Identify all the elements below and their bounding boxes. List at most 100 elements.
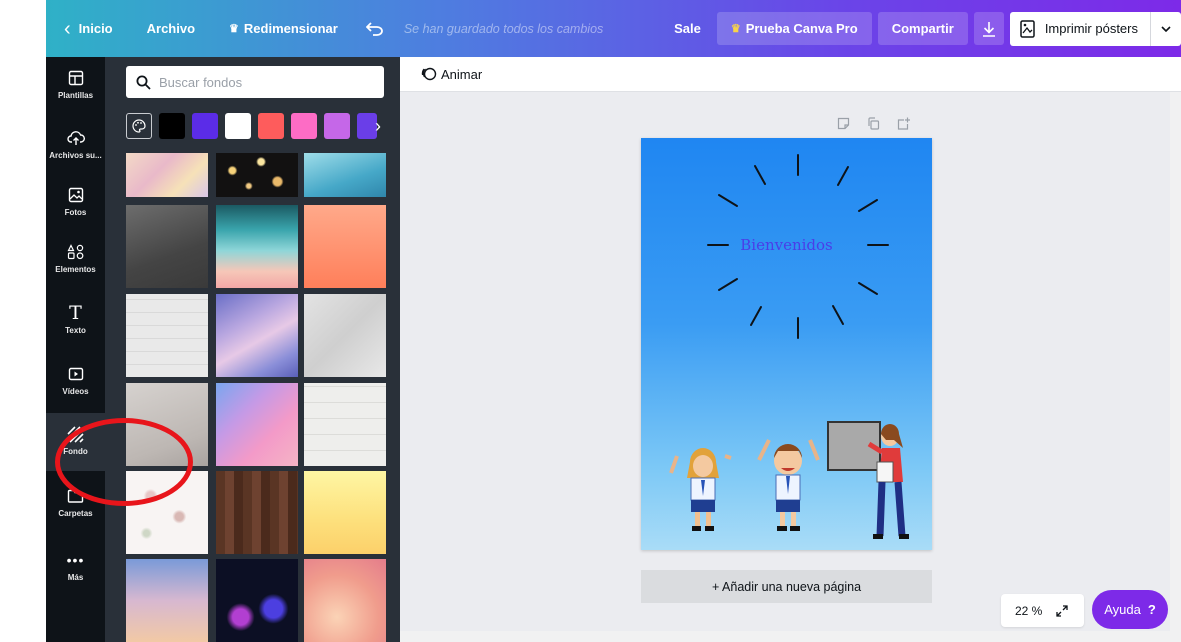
color-swatch[interactable] [291, 113, 317, 139]
palette-icon [132, 119, 146, 133]
poster-icon [1020, 19, 1035, 38]
sidebar-item-background[interactable]: Fondo [46, 413, 105, 471]
background-thumbnail[interactable] [216, 559, 298, 642]
fullscreen-button[interactable] [1056, 604, 1069, 617]
top-bar-actions: Sale ♛ Prueba Canva Pro Compartir Imprim… [674, 0, 1181, 57]
background-thumbnail[interactable] [304, 153, 386, 197]
sidebar-item-videos[interactable]: Vídeos [46, 353, 105, 411]
color-swatch[interactable] [258, 113, 284, 139]
background-thumbnail[interactable] [126, 559, 208, 642]
animate-button[interactable]: Animar [421, 66, 482, 82]
backgrounds-panel: › [105, 57, 400, 642]
chevron-down-icon [1161, 25, 1171, 32]
sidebar-item-uploads[interactable]: Archivos su... [46, 117, 105, 175]
welcome-text[interactable]: Bienvenidos [641, 236, 932, 254]
zoom-control[interactable]: 22 % [1001, 594, 1084, 627]
background-thumbnail[interactable] [304, 559, 386, 642]
color-picker-button[interactable] [126, 113, 152, 139]
print-posters-button[interactable]: Imprimir pósters [1009, 11, 1181, 46]
home-label: Inicio [78, 21, 113, 36]
share-button[interactable]: Compartir [877, 12, 968, 45]
home-button[interactable]: ‹ Inicio [64, 19, 113, 39]
sidebar-item-text[interactable]: T Texto [46, 292, 105, 350]
copy-icon [868, 117, 880, 130]
search-icon [136, 75, 151, 90]
crown-icon: ♛ [229, 23, 239, 35]
resize-button[interactable]: ♛ Redimensionar [229, 21, 338, 36]
note-icon [837, 117, 850, 130]
print-options-dropdown[interactable] [1151, 12, 1181, 46]
undo-button[interactable] [365, 21, 384, 36]
download-button[interactable] [973, 12, 1004, 45]
text-icon: T [69, 301, 82, 324]
canva-pro-trial-button[interactable]: ♛ Prueba Canva Pro [716, 12, 872, 45]
background-thumbnail[interactable] [304, 471, 386, 554]
sidebar-item-label: Archivos su... [49, 151, 102, 160]
resize-label: Redimensionar [243, 21, 338, 36]
background-thumbnail[interactable] [304, 205, 386, 288]
background-thumbnail[interactable] [126, 294, 208, 377]
print-posters-main[interactable]: Imprimir pósters [1010, 11, 1151, 46]
background-thumbnail[interactable] [304, 383, 386, 466]
background-thumbnail[interactable] [126, 471, 208, 554]
page-actions [837, 117, 928, 130]
sidebar-item-photos[interactable]: Fotos [46, 174, 105, 232]
color-swatch[interactable] [225, 113, 251, 139]
design-page[interactable]: Bienvenidos [641, 138, 932, 550]
expand-icon [1056, 604, 1069, 617]
background-thumbnail[interactable] [216, 294, 298, 377]
chevron-right-icon: › [375, 115, 381, 136]
left-sidebar: Plantillas Archivos su... Fotos Elemento… [46, 57, 105, 642]
background-thumbnail[interactable] [126, 153, 208, 197]
add-new-page-button[interactable]: + Añadir una nueva página [641, 570, 932, 603]
help-mark: ? [1147, 602, 1156, 617]
sidebar-item-label: Vídeos [62, 387, 89, 396]
sidebar-item-label: Plantillas [57, 91, 94, 100]
background-thumbnail[interactable] [216, 205, 298, 288]
help-label: Ayuda [1104, 602, 1141, 617]
cloud-upload-icon [66, 129, 85, 147]
editor-area: Animar Bienvenidos + Añadir una nueva pá… [400, 57, 1181, 642]
help-button[interactable]: Ayuda ? [1092, 590, 1168, 629]
sidebar-item-folders[interactable]: Carpetas [46, 475, 105, 533]
background-icon [67, 425, 84, 443]
sidebar-item-elements[interactable]: Elementos [46, 231, 105, 289]
sidebar-item-label: Fotos [64, 208, 87, 217]
undo-icon [365, 21, 383, 36]
background-thumbnail[interactable] [126, 383, 208, 466]
color-swatch[interactable] [324, 113, 350, 139]
color-swatch[interactable] [159, 113, 185, 139]
background-thumbnail[interactable] [126, 205, 208, 288]
editor-toolbar: Animar [400, 57, 1181, 92]
image-icon [68, 186, 84, 204]
background-thumbnail[interactable] [304, 294, 386, 377]
school-children-illustration[interactable] [641, 418, 932, 548]
background-thumbnail[interactable] [216, 383, 298, 466]
vertical-scrollbar[interactable] [1170, 92, 1181, 642]
folder-icon [67, 487, 84, 505]
add-page-icon-button[interactable] [897, 117, 911, 130]
search-input[interactable] [159, 74, 359, 90]
sidebar-item-templates[interactable]: Plantillas [46, 57, 105, 115]
video-icon [68, 365, 84, 383]
add-page-icon [897, 117, 910, 130]
search-box[interactable] [126, 66, 384, 98]
crown-icon: ♛ [730, 23, 741, 35]
background-thumbnail[interactable] [216, 471, 298, 554]
sale-button[interactable]: Sale [674, 21, 701, 36]
shapes-icon [67, 243, 85, 261]
add-note-button[interactable] [837, 117, 850, 130]
print-posters-label: Imprimir pósters [1044, 21, 1138, 36]
download-icon [982, 21, 995, 37]
sidebar-item-more[interactable]: ••• Más [46, 539, 105, 597]
horizontal-scrollbar[interactable] [400, 631, 1170, 642]
duplicate-page-button[interactable] [867, 117, 880, 130]
background-thumbnail[interactable] [216, 153, 298, 197]
color-swatches [126, 113, 377, 139]
canva-pro-label: Prueba Canva Pro [745, 21, 858, 36]
color-swatch[interactable] [192, 113, 218, 139]
swatches-next-button[interactable]: › [368, 113, 388, 139]
file-menu-button[interactable]: Archivo [147, 21, 195, 36]
saved-status: Se han guardado todos los cambios [403, 21, 604, 36]
sidebar-item-label: Texto [65, 326, 86, 335]
